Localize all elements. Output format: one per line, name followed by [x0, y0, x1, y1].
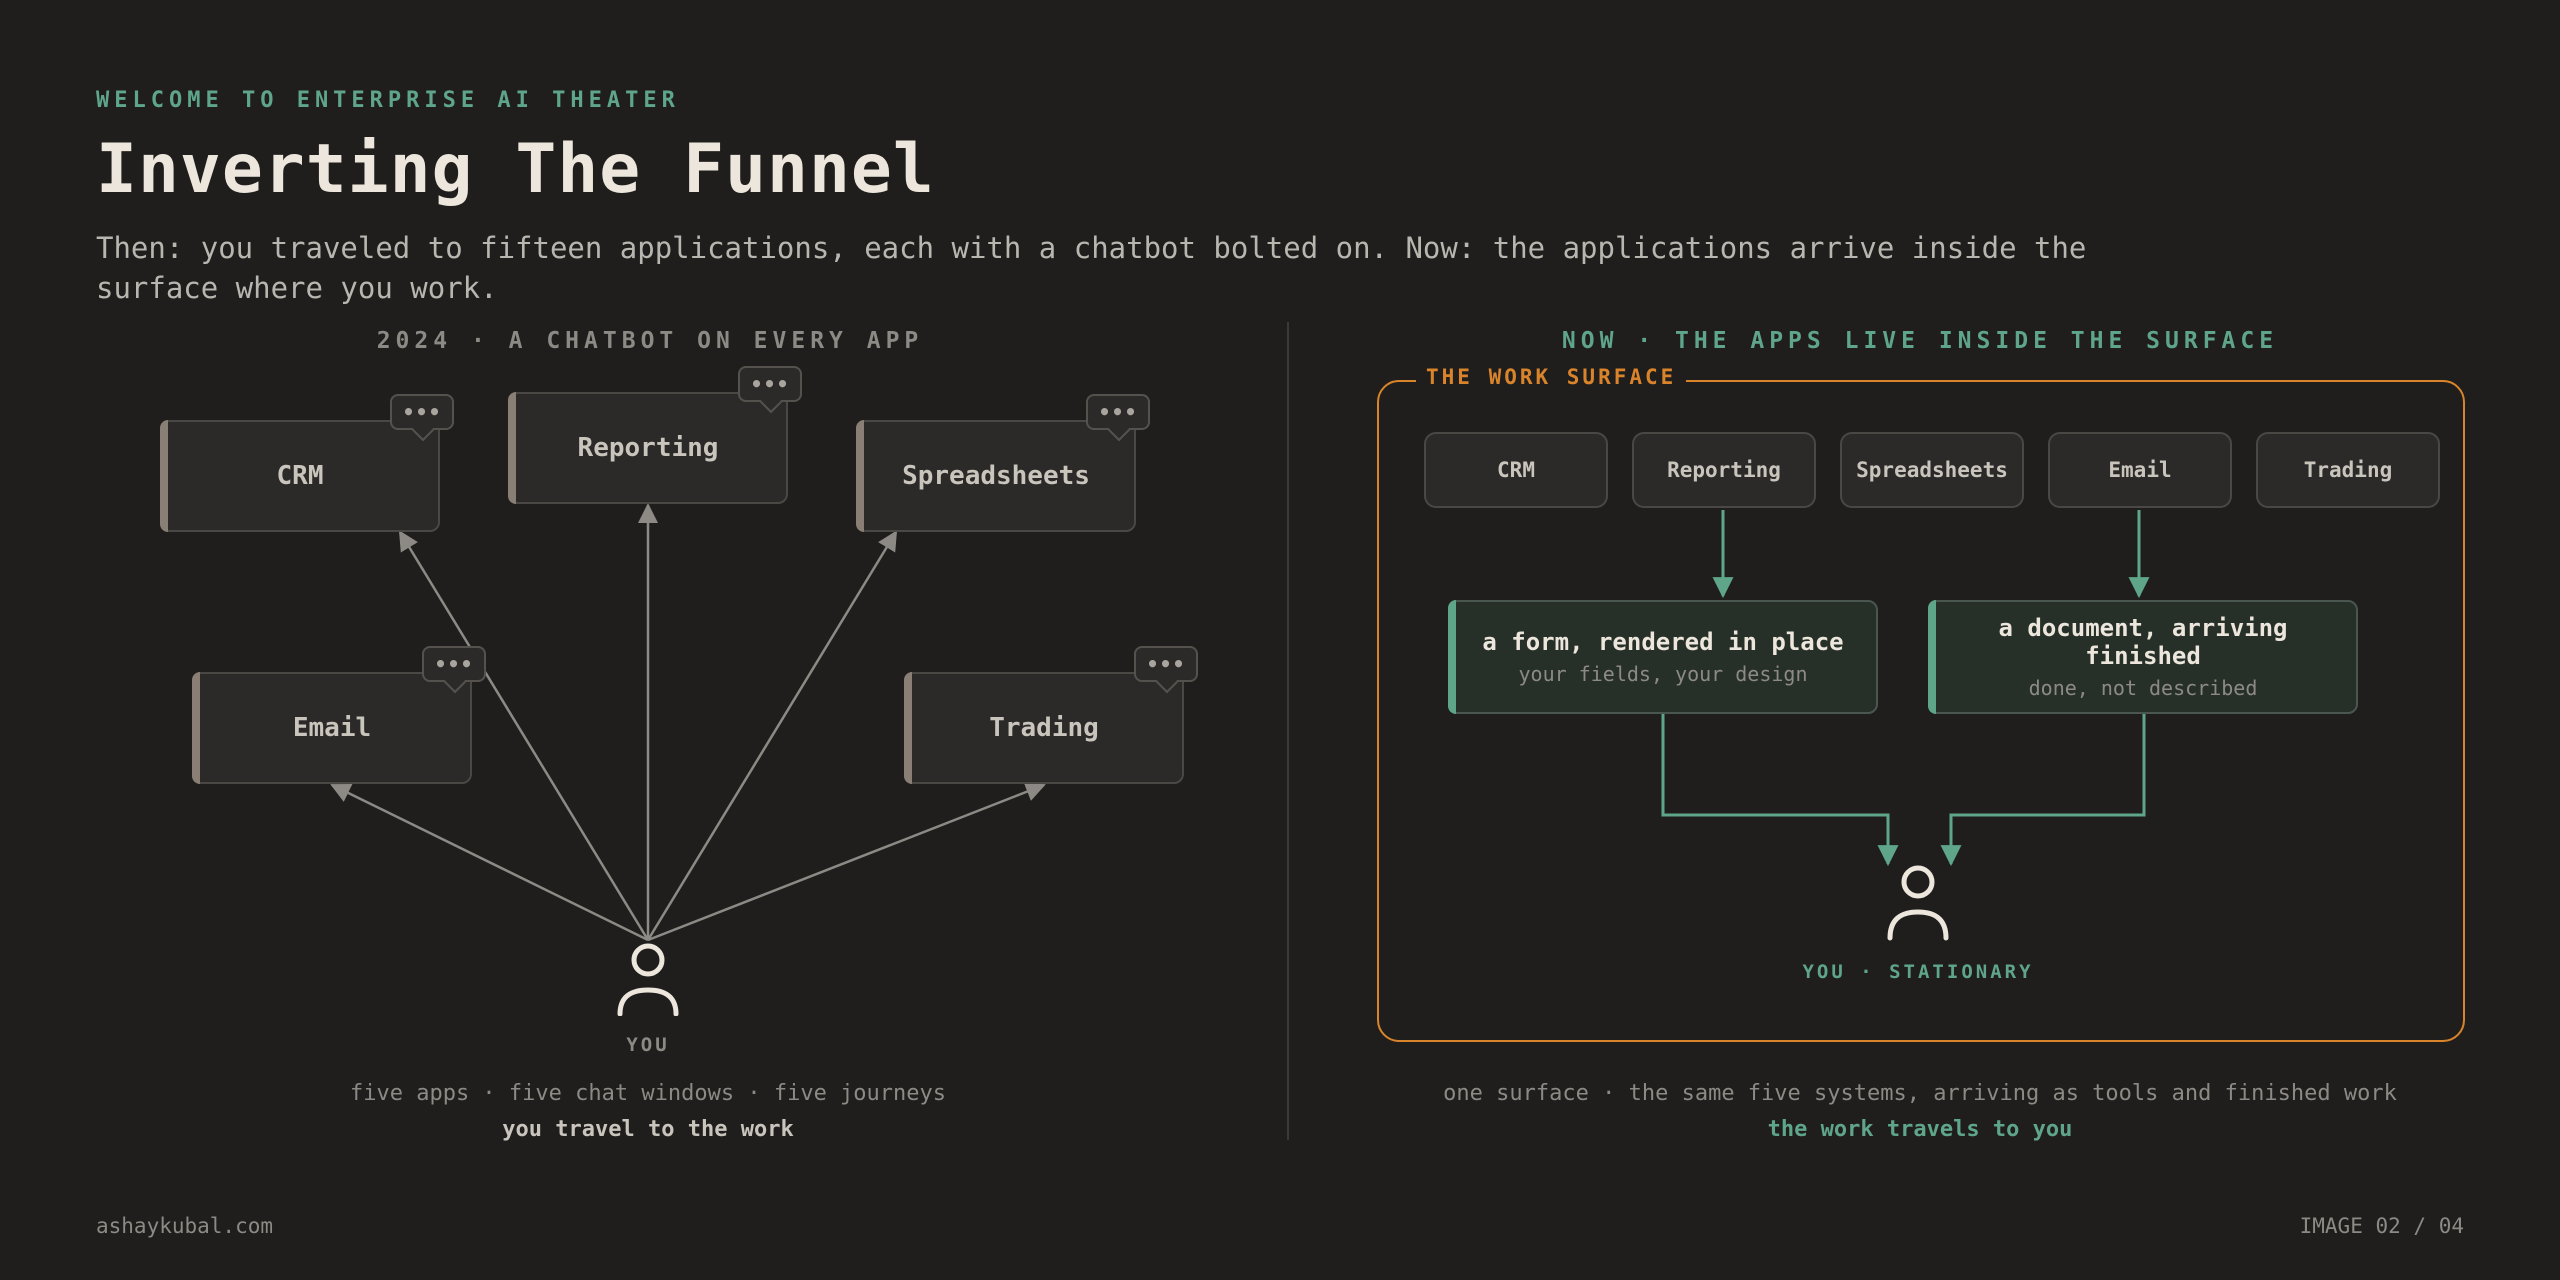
card-subtitle: done, not described [2028, 676, 2258, 700]
card-document: a document, arriving finished done, not … [1928, 600, 2358, 714]
chat-bubble-icon: ••• [390, 394, 454, 442]
left-caption-strong: you travel to the work [502, 1117, 794, 1142]
card-title: a document, arriving finished [1998, 614, 2288, 670]
card-form: a form, rendered in place your fields, y… [1448, 600, 1878, 714]
app-accent-bar [192, 672, 200, 784]
app-label: Spreadsheets [902, 461, 1090, 491]
card-title: a form, rendered in place [1482, 628, 1844, 656]
app-label: Email [292, 713, 372, 743]
app-accent-bar [856, 420, 864, 532]
chat-bubble-icon: ••• [1086, 394, 1150, 442]
you-stationary-label: YOU · STATIONARY [1802, 961, 2034, 983]
card-accent-bar [1448, 600, 1456, 714]
right-caption-strong: the work travels to you [1767, 1117, 2073, 1142]
card-accent-bar [1928, 600, 1936, 714]
right-caption: one surface · the same five systems, arr… [1443, 1081, 2397, 1106]
chat-bubble-icon: ••• [422, 646, 486, 694]
arrow-form-to-you [1661, 714, 1899, 867]
card-subtitle: your fields, your design [1518, 662, 1808, 686]
app-accent-bar [508, 392, 516, 504]
you-label: YOU [626, 1034, 670, 1056]
chat-bubble-icon: ••• [738, 366, 802, 414]
app-label: CRM [276, 461, 324, 491]
app-reporting: Reporting ••• [508, 366, 802, 504]
chat-bubble-icon: ••• [1134, 646, 1198, 694]
app-accent-bar [904, 672, 912, 784]
person-icon [1887, 865, 1949, 941]
person-icon [617, 943, 679, 1016]
left-caption: five apps · five chat windows · five jou… [349, 1081, 947, 1106]
app-trading: Trading ••• [904, 646, 1198, 784]
arrow-to-trading [647, 782, 1046, 942]
app-crm: CRM ••• [160, 394, 454, 532]
app-accent-bar [160, 420, 168, 532]
arrow-to-spreadsheets [646, 530, 898, 941]
app-label: Trading [989, 713, 1099, 743]
footer-site: ashaykubal.com [96, 1214, 274, 1238]
app-email: Email ••• [192, 646, 486, 784]
app-label: Reporting [577, 433, 719, 463]
app-spreadsheets: Spreadsheets ••• [856, 394, 1150, 532]
arrow-document-to-you [1940, 714, 2146, 867]
footer-page-indicator: IMAGE 02 / 04 [2299, 1214, 2464, 1238]
